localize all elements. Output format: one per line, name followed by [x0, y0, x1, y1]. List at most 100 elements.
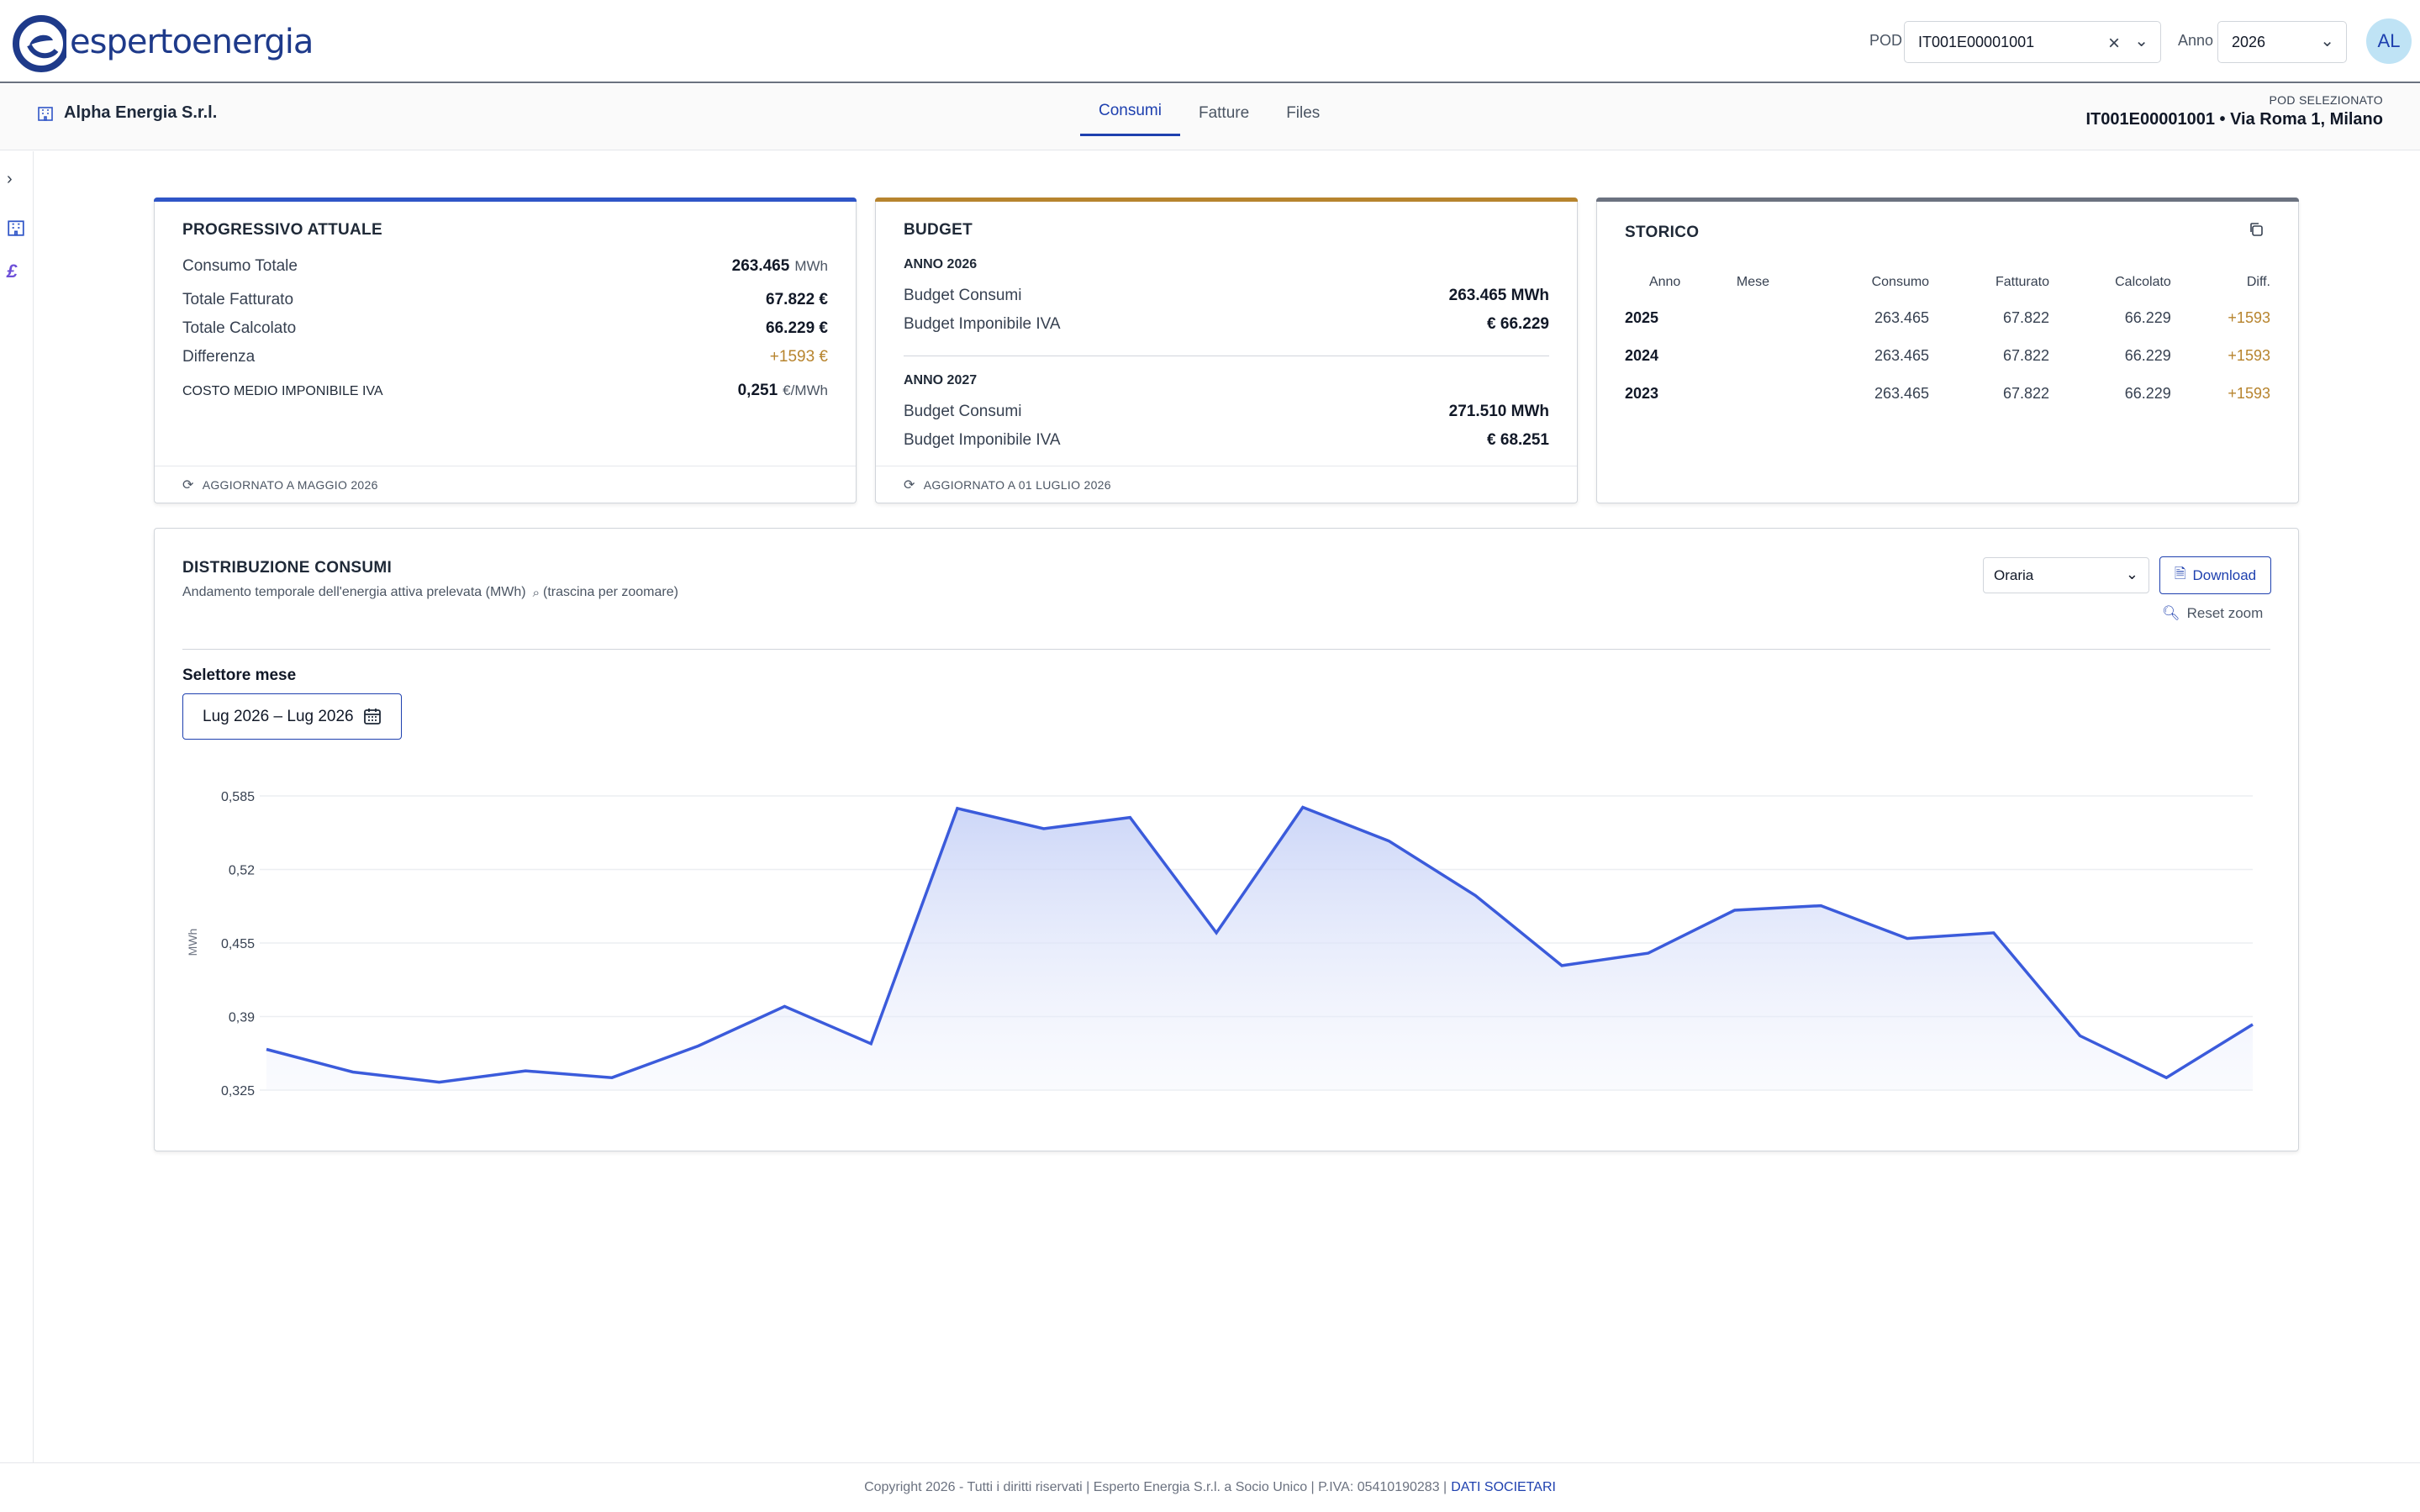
cell-fatturato: 67.822 — [2002, 385, 2049, 402]
tab-bar: Consumi Fatture Files — [1080, 85, 1338, 150]
col-fatturato: Fatturato — [1995, 275, 2049, 289]
row-value: 271.510 MWh — [1448, 403, 1549, 420]
cell-anno: 2023 — [1625, 385, 1659, 402]
footer-text: AGGIORNATO A MAGGIO 2026 — [202, 477, 378, 492]
progressivo-card: PROGRESSIVO ATTUALE Consumo Totale 263.4… — [154, 198, 857, 503]
tab-files[interactable]: Files — [1268, 85, 1338, 136]
data-point[interactable] — [1732, 908, 1737, 913]
year-label: Anno — [2178, 32, 2214, 49]
table-row[interactable]: 2024 263.465 67.822 66.229 +1593 — [1625, 337, 2270, 375]
col-anno: Anno — [1648, 275, 1681, 289]
sub-bar: Alpha Energia S.r.l. Consumi Fatture Fil… — [0, 85, 2420, 150]
budget-row: Budget Imponibile IVA € 66.229 — [904, 315, 1549, 334]
data-point[interactable] — [782, 1004, 787, 1009]
row-unit: €/MWh — [783, 382, 828, 398]
chevron-down-icon[interactable]: ⌄ — [2134, 30, 2148, 51]
pod-selected-label: POD SELEZIONATO — [2269, 93, 2383, 107]
card-accent-bar — [1596, 198, 2299, 202]
y-tick-label: 0,52 — [229, 864, 255, 878]
year-select[interactable]: 2026 ⌄ — [2217, 21, 2347, 63]
budget-year-heading: ANNO 2027 — [904, 373, 978, 387]
footer-text: AGGIORNATO A 01 LUGLIO 2026 — [923, 477, 1111, 492]
data-point[interactable] — [1041, 826, 1047, 831]
cell-anno: 2024 — [1625, 347, 1659, 364]
row-value: 263.465 — [731, 257, 790, 275]
consumption-chart[interactable]: 0,585 0,52 0,455 0,39 0,325 MWh — [155, 529, 2300, 1152]
company-name: Alpha Energia S.r.l. — [37, 103, 217, 123]
data-point[interactable] — [2250, 1022, 2255, 1027]
data-point[interactable] — [1473, 893, 1478, 898]
pod-label: POD — [1869, 32, 1903, 49]
left-rail: › £ — [0, 151, 34, 1462]
data-point[interactable] — [2078, 1033, 2083, 1038]
row-label: COSTO MEDIO IMPONIBILE IVA — [182, 384, 383, 398]
data-point[interactable] — [2164, 1075, 2169, 1080]
data-point[interactable] — [1214, 930, 1219, 935]
dati-societari-link[interactable]: DATI SOCIETARI — [1451, 1480, 1556, 1495]
row-value: 263.465 MWh — [1448, 287, 1549, 304]
y-tick-label: 0,455 — [221, 937, 255, 951]
row-unit: MWh — [794, 258, 828, 274]
euro-icon[interactable]: £ — [7, 261, 17, 282]
y-tick-label: 0,325 — [221, 1084, 255, 1098]
copy-icon[interactable] — [2248, 221, 2264, 238]
data-point[interactable] — [1127, 815, 1132, 820]
table-header: Anno Mese Consumo Fatturato Calcolato Di… — [1625, 266, 2270, 299]
top-bar: espertoenergia POD IT001E00001001 × ⌄ An… — [0, 0, 2420, 83]
card-footer: ⟳ AGGIORNATO A 01 LUGLIO 2026 — [876, 466, 1577, 503]
cell-calcolato: 66.229 — [2124, 385, 2171, 402]
budget-row: Budget Consumi 271.510 MWh — [904, 403, 1549, 421]
data-point[interactable] — [1387, 839, 1392, 844]
table-row[interactable]: 2023 263.465 67.822 66.229 +1593 — [1625, 375, 2270, 413]
refresh-icon: ⟳ — [904, 477, 915, 493]
avatar[interactable]: AL — [2366, 18, 2412, 64]
data-point[interactable] — [1559, 963, 1564, 968]
y-tick-label: 0,585 — [221, 790, 255, 804]
y-tick-label: 0,39 — [229, 1011, 255, 1025]
pod-selected-value: IT001E00001001 • Via Roma 1, Milano — [2085, 110, 2384, 129]
cell-fatturato: 67.822 — [2002, 309, 2049, 326]
data-point[interactable] — [1991, 930, 1996, 935]
cell-diff: +1593 — [2228, 309, 2270, 326]
data-point[interactable] — [1818, 904, 1823, 909]
row-label: Budget Imponibile IVA — [904, 431, 1061, 449]
card-title: PROGRESSIVO ATTUALE — [182, 221, 382, 239]
data-point[interactable] — [1646, 951, 1651, 956]
tab-consumi[interactable]: Consumi — [1080, 85, 1180, 136]
data-point[interactable] — [696, 1044, 701, 1049]
data-point[interactable] — [523, 1068, 528, 1073]
data-point[interactable] — [351, 1069, 356, 1074]
year-select-value: 2026 — [2232, 33, 2266, 50]
pod-select[interactable]: IT001E00001001 × ⌄ — [1904, 21, 2161, 63]
card-accent-bar — [875, 198, 1578, 202]
cell-fatturato: 67.822 — [2002, 347, 2049, 364]
cell-calcolato: 66.229 — [2124, 347, 2171, 364]
chevron-right-icon[interactable]: › — [7, 170, 13, 189]
data-point[interactable] — [1905, 936, 1910, 941]
building-icon[interactable] — [7, 219, 25, 237]
data-point[interactable] — [868, 1041, 873, 1046]
data-point[interactable] — [609, 1075, 614, 1080]
cell-consumo: 263.465 — [1874, 347, 1930, 364]
data-point[interactable] — [955, 806, 960, 811]
data-point[interactable] — [264, 1047, 269, 1052]
cell-consumo: 263.465 — [1874, 309, 1930, 326]
row-value: +1593 € — [769, 348, 828, 366]
clear-icon[interactable]: × — [2108, 32, 2120, 55]
row-totale-calcolato: Totale Calcolato 66.229 € — [182, 319, 828, 338]
brand-name: espertoenergia — [70, 23, 314, 61]
row-label: Totale Calcolato — [182, 319, 297, 337]
tab-fatture[interactable]: Fatture — [1180, 85, 1268, 136]
copyright-text: Copyright 2026 - Tutti i diritti riserva… — [864, 1480, 1447, 1494]
logo[interactable]: espertoenergia — [11, 8, 314, 76]
series-area — [266, 807, 2253, 1090]
data-point[interactable] — [1300, 804, 1305, 809]
card-title: STORICO — [1625, 224, 1700, 241]
table-row[interactable]: 2025 263.465 67.822 66.229 +1593 — [1625, 299, 2270, 337]
company-label: Alpha Energia S.r.l. — [64, 103, 218, 122]
storico-card: STORICO Anno Mese Consumo Fatturato Calc… — [1596, 198, 2299, 503]
chevron-down-icon: ⌄ — [2320, 32, 2334, 50]
card-accent-bar — [154, 198, 857, 202]
data-point[interactable] — [436, 1080, 441, 1085]
row-label: Budget Consumi — [904, 287, 1022, 304]
